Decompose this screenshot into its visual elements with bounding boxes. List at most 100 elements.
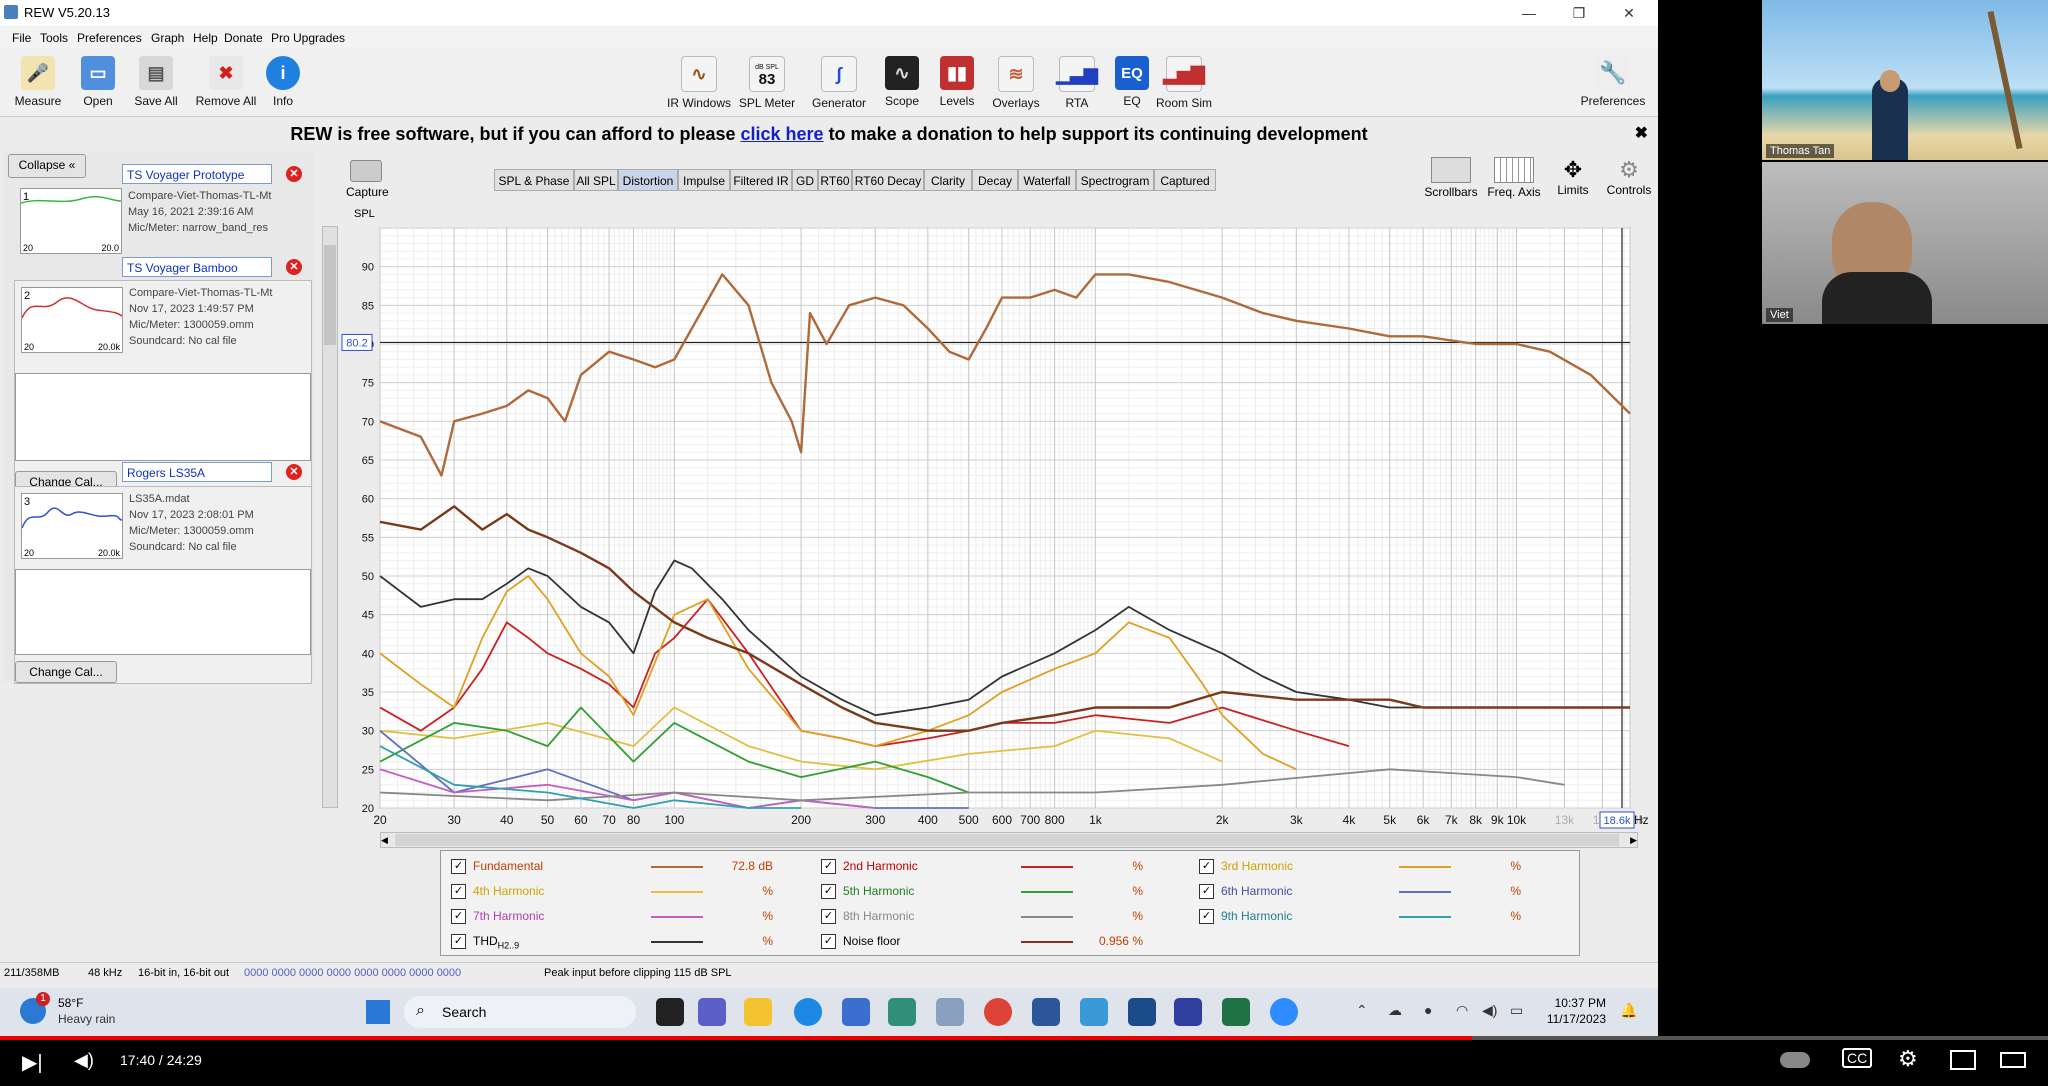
autoplay-toggle[interactable] — [1780, 1052, 1810, 1068]
close-banner-icon[interactable]: ✖ — [1635, 118, 1648, 150]
legend-checkbox[interactable]: ✓ — [1199, 909, 1214, 924]
tab-distortion[interactable]: Distortion — [618, 169, 678, 191]
distortion-chart[interactable]: 20 30 40 50 60 70 80 100 200 300 400 500 600 700 800 1k… — [340, 218, 1650, 832]
scroll-right-icon[interactable]: ▶ — [1630, 833, 1637, 847]
menu-help[interactable]: Help — [193, 31, 218, 45]
measurement-name-1[interactable]: TS Voyager Prototype — [122, 164, 272, 184]
scrollbar-thumb[interactable] — [324, 245, 336, 345]
tab-spectrogram[interactable]: Spectrogram — [1076, 169, 1154, 191]
legend-checkbox[interactable]: ✓ — [821, 934, 836, 949]
legend-checkbox[interactable]: ✓ — [451, 909, 466, 924]
miniplayer-icon[interactable] — [1950, 1050, 1976, 1070]
file-explorer-icon[interactable] — [744, 998, 772, 1026]
scroll-left-icon[interactable]: ◀ — [381, 833, 388, 847]
legend-item[interactable]: ✓ 5th Harmonic% — [821, 880, 1181, 902]
controls-button[interactable]: ⚙ Controls — [1602, 157, 1656, 197]
legend-checkbox[interactable]: ✓ — [821, 884, 836, 899]
play-next-icon[interactable]: ▶| — [22, 1050, 43, 1075]
tab-clarity[interactable]: Clarity — [924, 169, 972, 191]
microphone-tray-icon[interactable]: ● — [1424, 1002, 1432, 1018]
legend-checkbox[interactable]: ✓ — [1199, 859, 1214, 874]
legend-checkbox[interactable]: ✓ — [1199, 884, 1214, 899]
legend-item[interactable]: ✓ Noise floor 0.956 % — [821, 930, 1181, 952]
capture-button[interactable]: Capture — [346, 160, 389, 199]
rew-taskbar-icon[interactable] — [1128, 998, 1156, 1026]
notes-area[interactable] — [15, 373, 311, 461]
chrome-icon[interactable] — [984, 998, 1012, 1026]
tray-chevron-icon[interactable]: ⌃ — [1356, 1002, 1368, 1019]
app-icon-3[interactable] — [1080, 998, 1108, 1026]
legend-item[interactable]: ✓ THDH2..9% — [451, 930, 811, 952]
donate-link[interactable]: click here — [741, 124, 824, 144]
theater-mode-icon[interactable] — [2000, 1052, 2026, 1068]
limits-button[interactable]: ✥ Limits — [1548, 157, 1598, 197]
restore-button[interactable]: ❐ — [1554, 0, 1604, 26]
clock-date[interactable]: 11/17/2023 — [1540, 1012, 1606, 1026]
word-icon[interactable] — [1032, 998, 1060, 1026]
tab-spl-phase[interactable]: SPL & Phase — [494, 169, 574, 191]
menu-tools[interactable]: Tools — [40, 31, 68, 45]
menu-pro-upgrades[interactable]: Pro Upgrades — [271, 31, 345, 45]
menu-graph[interactable]: Graph — [151, 31, 184, 45]
measurement-name-2[interactable]: TS Voyager Bamboo — [122, 257, 272, 277]
close-button[interactable]: ✕ — [1604, 0, 1654, 26]
taskbar-search[interactable]: ⌕ Search — [404, 996, 636, 1028]
settings-gear-icon[interactable]: ⚙ — [1898, 1046, 1918, 1072]
panel-scrollbar[interactable] — [322, 226, 338, 808]
taskview-icon[interactable] — [656, 998, 684, 1026]
legend-item[interactable]: ✓ Fundamental 72.8 dB — [451, 855, 811, 877]
excel-icon[interactable] — [1222, 998, 1250, 1026]
legend-checkbox[interactable]: ✓ — [451, 934, 466, 949]
tab-rt60[interactable]: RT60 — [818, 169, 852, 191]
notes-area[interactable] — [15, 569, 311, 655]
measurement-name-3[interactable]: Rogers LS35A — [122, 462, 272, 482]
legend-checkbox[interactable]: ✓ — [821, 909, 836, 924]
room-sim-button[interactable]: ▂▅▇ Room Sim — [1148, 56, 1220, 112]
delete-measurement-icon[interactable]: ✕ — [286, 166, 302, 182]
legend-item[interactable]: ✓ 2nd Harmonic% — [821, 855, 1181, 877]
menu-donate[interactable]: Donate — [224, 31, 263, 45]
delete-measurement-icon[interactable]: ✕ — [286, 259, 302, 275]
minimize-button[interactable]: — — [1504, 0, 1554, 26]
tab-filtered-ir[interactable]: Filtered IR — [730, 169, 792, 191]
scrollbars-button[interactable]: Scrollbars — [1420, 157, 1482, 199]
app-icon-4[interactable] — [1174, 998, 1202, 1026]
start-icon[interactable] — [366, 1000, 390, 1024]
app-icon-2[interactable] — [936, 998, 964, 1026]
video-progress-fill[interactable] — [0, 1036, 1472, 1040]
app-icon-1[interactable] — [888, 998, 916, 1026]
legend-item[interactable]: ✓ 3rd Harmonic% — [1199, 855, 1559, 877]
legend-item[interactable]: ✓ 4th Harmonic% — [451, 880, 811, 902]
zoom-icon[interactable] — [1270, 998, 1298, 1026]
spl-meter-button[interactable]: dB SPL 83 SPL Meter — [731, 56, 803, 112]
scrollbar-thumb[interactable] — [395, 834, 1619, 846]
menu-file[interactable]: File — [12, 31, 31, 45]
clock-time[interactable]: 10:37 PM — [1540, 996, 1606, 1010]
freq-axis-button[interactable]: Freq. Axis — [1484, 157, 1544, 199]
wifi-icon[interactable]: ◠ — [1456, 1002, 1468, 1019]
tab-waterfall[interactable]: Waterfall — [1018, 169, 1076, 191]
tab-rt60-decay[interactable]: RT60 Decay — [852, 169, 924, 191]
volume-control-icon[interactable]: ◀) — [74, 1050, 94, 1071]
legend-item[interactable]: ✓ 7th Harmonic% — [451, 905, 811, 927]
legend-checkbox[interactable]: ✓ — [821, 859, 836, 874]
preferences-button[interactable]: 🔧 Preferences — [1575, 56, 1651, 112]
notification-icon[interactable]: 🔔 — [1620, 1002, 1637, 1019]
participant-video-2[interactable]: Viet — [1762, 162, 2048, 324]
onedrive-icon[interactable]: ☁ — [1388, 1002, 1402, 1019]
legend-item[interactable]: ✓ 9th Harmonic% — [1199, 905, 1559, 927]
menu-preferences[interactable]: Preferences — [77, 31, 142, 45]
edge-icon[interactable] — [794, 998, 822, 1026]
legend-item[interactable]: ✓ 8th Harmonic% — [821, 905, 1181, 927]
legend-checkbox[interactable]: ✓ — [451, 884, 466, 899]
measurement-3[interactable]: 3 20 20.0k LS35A.mdat Nov 17, 2023 2:08:… — [14, 486, 312, 684]
delete-measurement-icon[interactable]: ✕ — [286, 464, 302, 480]
graph-scrollbar[interactable]: ◀ ▶ — [380, 832, 1638, 848]
tab-all-spl[interactable]: All SPL — [574, 169, 618, 191]
change-cal-button[interactable]: Change Cal... — [15, 661, 117, 683]
tab-decay[interactable]: Decay — [972, 169, 1018, 191]
tab-captured[interactable]: Captured — [1154, 169, 1216, 191]
legend-checkbox[interactable]: ✓ — [451, 859, 466, 874]
store-icon[interactable] — [842, 998, 870, 1026]
save-all-button[interactable]: ▤ Save All — [120, 56, 192, 112]
